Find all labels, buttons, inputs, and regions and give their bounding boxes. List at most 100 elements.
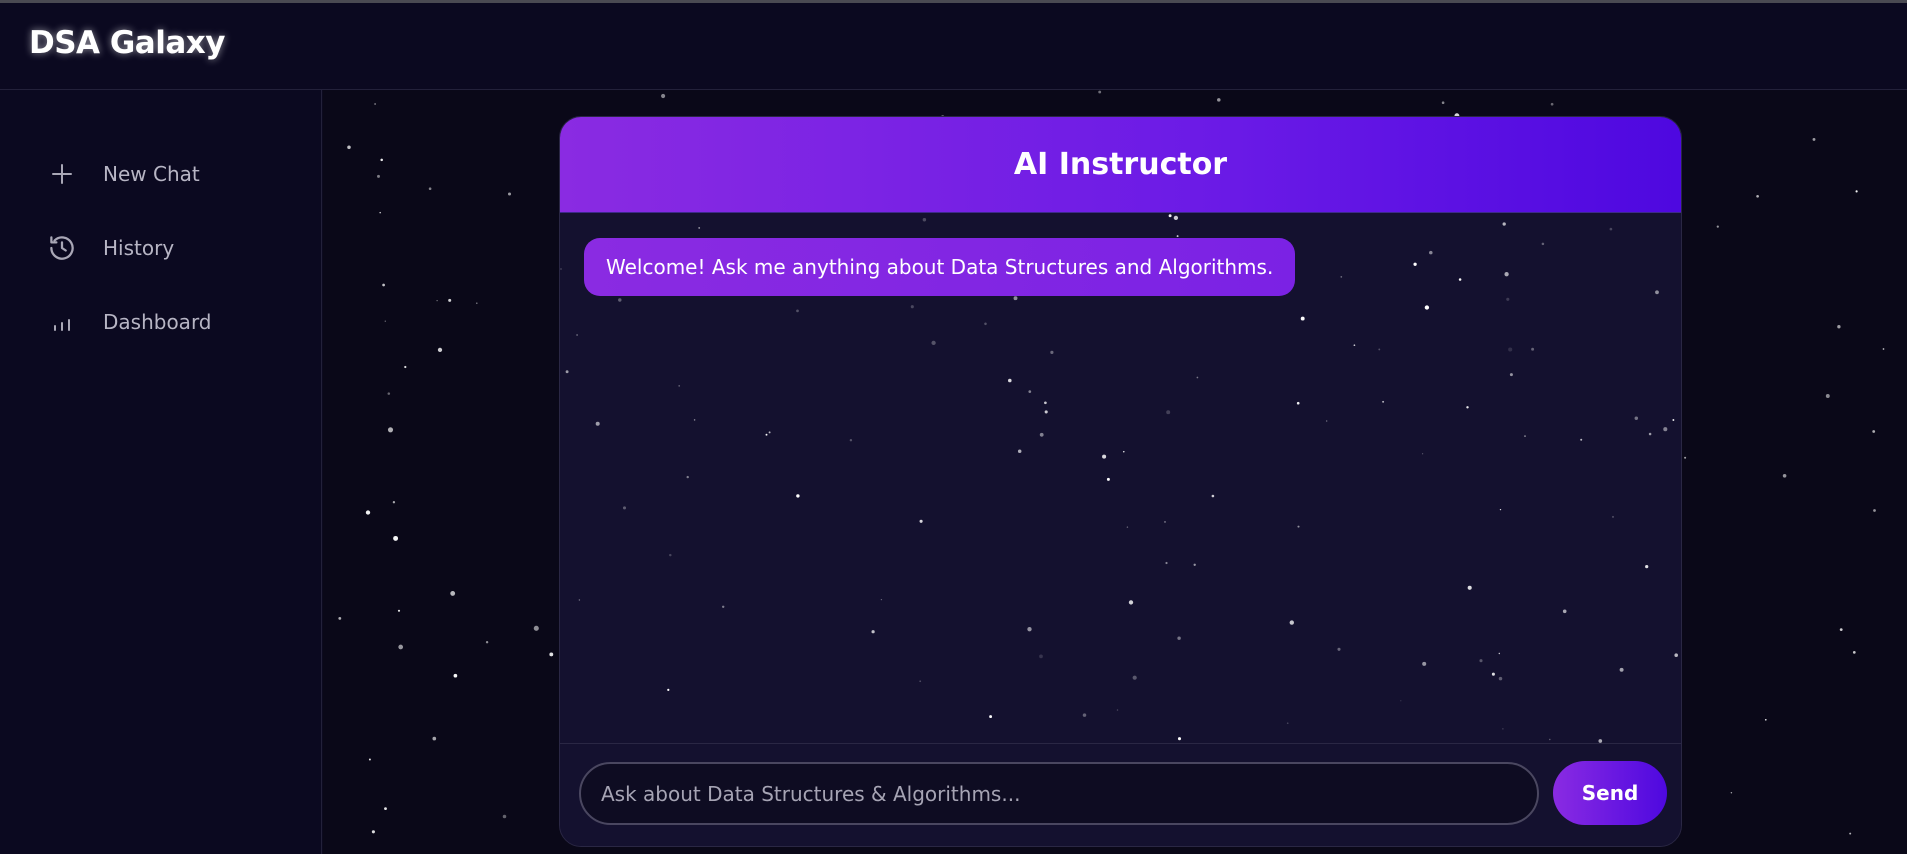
star xyxy=(1196,376,1199,379)
star xyxy=(379,211,381,214)
star xyxy=(1008,378,1012,383)
star xyxy=(1458,278,1462,281)
star xyxy=(1413,262,1417,266)
star xyxy=(618,298,622,302)
star xyxy=(796,494,800,498)
star xyxy=(1123,451,1125,453)
star xyxy=(1882,348,1885,350)
star xyxy=(1382,400,1385,403)
star xyxy=(922,217,927,222)
star xyxy=(871,630,875,634)
star xyxy=(1756,194,1759,198)
star xyxy=(1039,654,1043,659)
star xyxy=(1837,325,1841,329)
star xyxy=(1674,653,1678,657)
sidebar-item-new-chat[interactable]: New Chat xyxy=(40,152,300,196)
send-button[interactable]: Send xyxy=(1553,761,1667,825)
star xyxy=(1116,709,1119,711)
star xyxy=(796,309,799,313)
star xyxy=(1211,494,1215,498)
star xyxy=(1541,242,1545,246)
star xyxy=(533,625,539,631)
star xyxy=(384,807,387,811)
star xyxy=(1466,406,1469,409)
app-header: DSA Galaxy xyxy=(0,3,1907,90)
sidebar-item-history[interactable]: History xyxy=(40,226,300,270)
star xyxy=(502,814,507,819)
chat-input[interactable] xyxy=(579,762,1539,825)
bar-chart-icon xyxy=(40,300,84,344)
star xyxy=(849,438,853,442)
star xyxy=(1852,651,1856,654)
star xyxy=(1017,449,1022,453)
star xyxy=(404,365,407,369)
sidebar-item-label: Dashboard xyxy=(103,310,212,334)
star xyxy=(1849,832,1852,835)
star xyxy=(1764,718,1767,721)
star xyxy=(392,501,396,504)
star xyxy=(371,830,375,834)
star xyxy=(448,298,452,302)
star xyxy=(1082,713,1087,717)
sidebar-item-label: New Chat xyxy=(103,162,200,186)
brand-logo[interactable]: DSA Galaxy xyxy=(29,25,225,61)
star xyxy=(1173,215,1179,221)
star xyxy=(1166,410,1171,415)
star xyxy=(1663,427,1668,432)
star xyxy=(397,609,401,612)
star xyxy=(1839,628,1843,631)
star xyxy=(1730,792,1733,794)
star xyxy=(1164,521,1166,523)
star xyxy=(693,419,696,421)
star xyxy=(436,299,438,302)
star xyxy=(1550,102,1554,106)
star xyxy=(576,334,579,336)
star xyxy=(1326,420,1328,422)
assistant-message: Welcome! Ask me anything about Data Stru… xyxy=(584,238,1296,296)
star xyxy=(1684,456,1687,459)
star xyxy=(1217,98,1221,102)
star xyxy=(1549,738,1551,741)
star xyxy=(437,347,443,353)
star xyxy=(931,340,936,346)
star xyxy=(678,385,681,387)
star xyxy=(1028,390,1032,393)
star xyxy=(450,590,456,596)
chat-header: AI Instructor xyxy=(560,117,1681,213)
sidebar-item-dashboard[interactable]: Dashboard xyxy=(40,300,300,344)
sidebar: New Chat History Dashboard xyxy=(0,90,322,854)
chat-title: AI Instructor xyxy=(1013,147,1228,182)
star xyxy=(1855,190,1858,193)
star xyxy=(1648,432,1652,436)
star xyxy=(919,680,922,683)
star xyxy=(485,641,489,644)
star xyxy=(1296,401,1300,405)
star xyxy=(1424,305,1430,310)
star xyxy=(1050,350,1054,354)
star xyxy=(1400,700,1402,702)
star xyxy=(347,145,351,150)
star xyxy=(476,302,478,304)
star xyxy=(1289,620,1294,625)
star xyxy=(1429,250,1433,255)
star xyxy=(1506,297,1510,301)
star xyxy=(984,322,987,326)
history-icon xyxy=(40,226,84,270)
star xyxy=(1340,276,1343,278)
star xyxy=(1509,373,1513,377)
star xyxy=(1177,636,1181,640)
star xyxy=(374,103,376,105)
star xyxy=(1498,676,1503,681)
star xyxy=(722,605,725,608)
star xyxy=(1177,737,1182,741)
star xyxy=(387,427,394,433)
star xyxy=(1176,235,1179,238)
star xyxy=(1491,672,1495,676)
star xyxy=(1421,453,1424,455)
star xyxy=(595,421,600,426)
star xyxy=(432,736,437,741)
star xyxy=(368,758,371,761)
star xyxy=(549,652,554,657)
star xyxy=(1441,101,1445,104)
star xyxy=(1286,722,1289,725)
